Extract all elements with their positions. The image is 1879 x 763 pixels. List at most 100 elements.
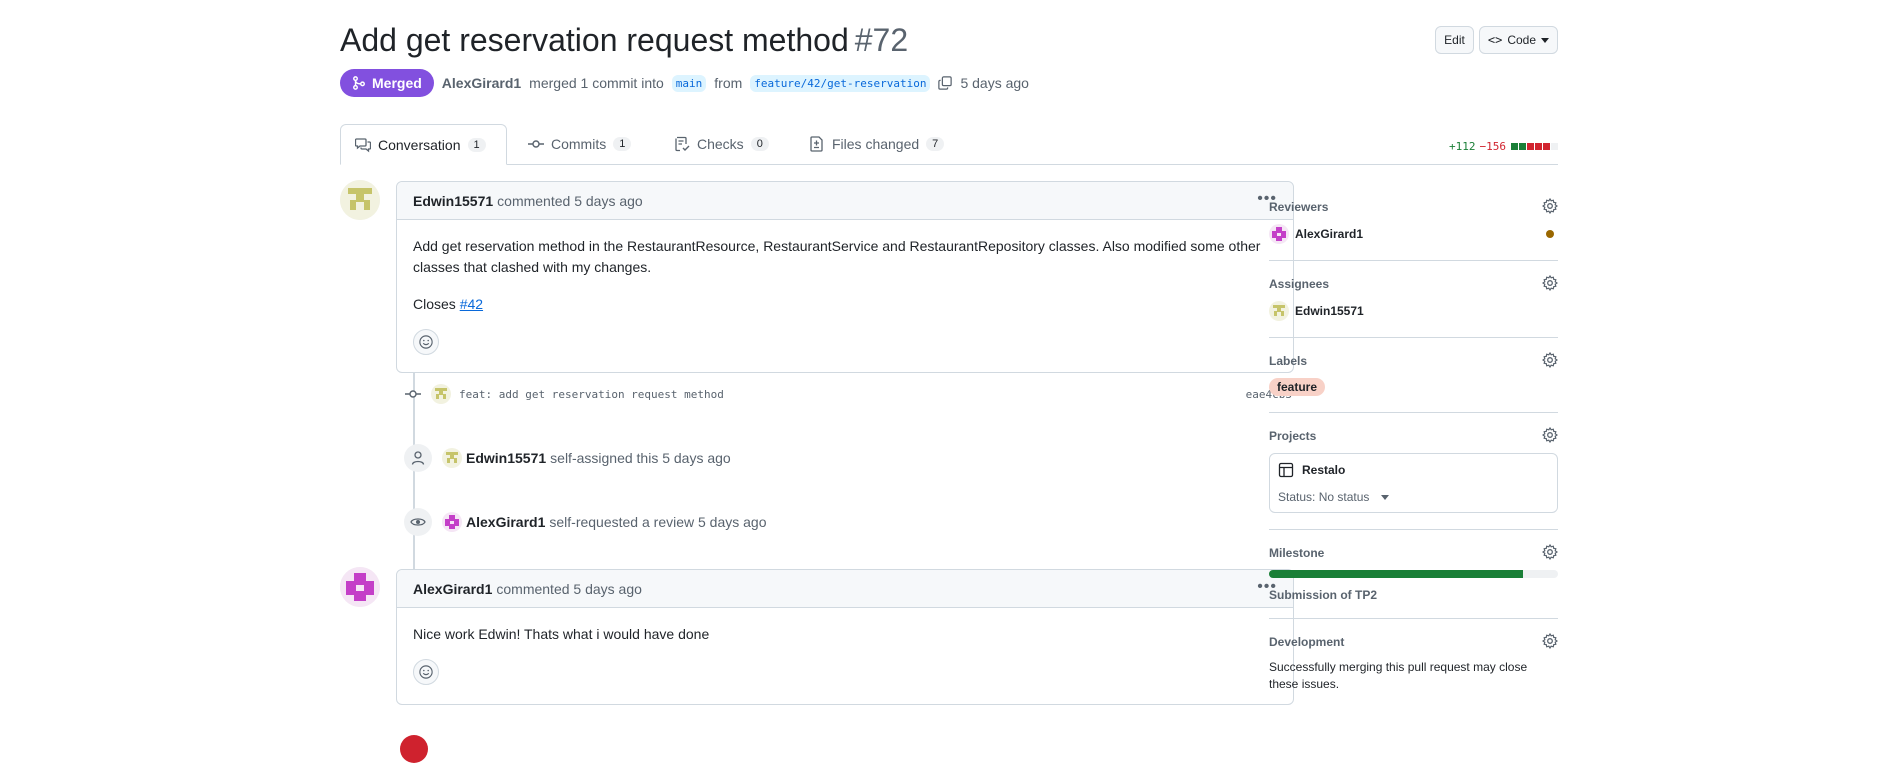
reviewer-name: AlexGirard1 [1295,227,1364,241]
merge-text: merged 1 commit into [529,75,664,91]
avatar[interactable] [442,512,462,532]
closes-text: Closes [413,296,456,312]
alex-identicon [1269,224,1289,244]
smiley-icon [419,665,433,679]
diffstat-bar [1510,140,1558,153]
pr-meta: Merged AlexGirard1 merged 1 commit into … [340,69,1029,97]
event-badge [404,444,432,472]
code-label: Code [1507,33,1536,47]
comment-discussion-icon [355,137,371,152]
sidebar-milestone: Milestone Submission of TP2 [1269,530,1558,619]
edwin-identicon [1269,301,1289,321]
assignee-item[interactable]: Edwin15571 [1269,301,1558,321]
pull-request-page: Add get reservation request method #72 Ed… [340,0,1558,763]
gear-icon[interactable] [1542,198,1558,214]
sidebar-section-title: Assignees [1269,277,1330,291]
comment-author[interactable]: Edwin15571 [413,193,493,209]
eye-icon [410,518,426,526]
event-author[interactable]: AlexGirard1 [466,514,545,530]
comment-header: Edwin15571 commented 5 days ago ••• [397,182,1293,220]
head-branch-link[interactable]: feature/42/get-reservation [750,74,931,92]
avatar[interactable] [340,180,380,220]
gear-icon[interactable] [1542,275,1558,291]
sidebar-section-title: Labels [1269,354,1308,368]
tab-counter: 1 [467,137,486,152]
event-text: self-assigned this 5 days ago [550,450,731,466]
git-commit-icon [528,140,544,148]
sidebar: Reviewers AlexGirard1 Assignees Edwin155… [1269,184,1558,709]
assign-event: Edwin15571 self-assigned this 5 days ago [404,444,731,472]
tab-label: Checks [697,136,744,152]
file-diff-icon [810,136,823,152]
caret-down-icon [1381,494,1390,500]
caret-down-icon [1541,37,1549,43]
diffstat-square [1551,143,1558,150]
sidebar-reviewers: Reviewers AlexGirard1 [1269,184,1558,261]
milestone-link[interactable]: Submission of TP2 [1269,588,1558,602]
event-badge [404,508,432,536]
comment-time: commented 5 days ago [497,192,643,209]
project-link[interactable]: Restalo [1278,462,1549,478]
tab-counter: 1 [613,137,632,151]
project-card: Restalo Status: No status [1269,453,1558,513]
git-merge-icon [353,76,365,90]
tab-label: Files changed [832,136,920,152]
project-status-label: Status: No status [1278,490,1370,504]
reviewer-item[interactable]: AlexGirard1 [1269,224,1558,244]
gear-icon[interactable] [1542,427,1558,443]
tab-commits[interactable]: Commits 1 [514,124,645,164]
diffstat-square [1511,143,1518,150]
code-button[interactable]: <> Code [1478,26,1558,54]
commit-message-link[interactable]: feat: add get reservation request method [459,388,724,401]
tab-counter: 0 [750,137,769,151]
status-label: Merged [372,75,422,91]
merge-time: 5 days ago [960,75,1029,91]
header-actions: Edit <> Code [1435,26,1558,54]
label-feature[interactable]: feature [1269,378,1326,396]
tab-files-changed[interactable]: Files changed 7 [795,124,958,164]
comment-author[interactable]: AlexGirard1 [413,581,492,597]
add-reaction-button[interactable] [413,659,439,685]
pr-number: #72 [854,22,909,58]
comment-header: AlexGirard1 commented 5 days ago ••• [397,570,1293,608]
pending-review-dot [1546,230,1554,238]
avatar[interactable] [340,567,380,607]
copy-icon[interactable] [938,76,953,90]
comment-time: commented 5 days ago [496,580,642,597]
gear-icon[interactable] [1542,633,1558,649]
tab-checks[interactable]: Checks 0 [660,124,783,164]
person-icon [411,451,425,465]
gear-icon[interactable] [1542,352,1558,368]
development-text: Successfully merging this pull request m… [1269,660,1528,691]
sidebar-section-title: Projects [1269,429,1317,443]
smiley-icon [419,335,433,349]
edit-label: Edit [1444,33,1465,47]
edit-button[interactable]: Edit [1435,26,1474,54]
gear-icon[interactable] [1542,544,1558,560]
comment-card: AlexGirard1 commented 5 days ago ••• Nic… [396,569,1294,705]
pr-title: Add get reservation request method [340,22,849,58]
avatar[interactable] [442,448,462,468]
code-icon: <> [1487,33,1503,47]
assignee-name: Edwin15571 [1295,304,1364,318]
project-status-dropdown[interactable]: Status: No status [1278,490,1549,504]
milestone-progress-fill [1269,570,1524,578]
milestone-progress-bar [1269,570,1558,578]
tab-counter: 7 [926,137,945,151]
diffstat-square [1535,143,1542,150]
add-reaction-button[interactable] [413,329,439,355]
avatar[interactable] [431,384,451,404]
base-branch-link[interactable]: main [671,74,707,92]
issue-link[interactable]: #42 [460,296,483,312]
closed-event-badge [400,735,428,763]
merge-author-link[interactable]: AlexGirard1 [442,75,521,91]
event-author[interactable]: Edwin15571 [466,450,546,466]
sidebar-projects: Projects Restalo Status: No status [1269,413,1558,530]
project-name: Restalo [1302,463,1346,477]
git-commit-icon [405,390,421,398]
tab-label: Conversation [378,136,461,153]
alex-identicon [340,567,380,607]
comment-card: Edwin15571 commented 5 days ago ••• Add … [396,181,1294,373]
tab-conversation[interactable]: Conversation 1 [340,124,507,165]
avatar [1269,301,1289,321]
